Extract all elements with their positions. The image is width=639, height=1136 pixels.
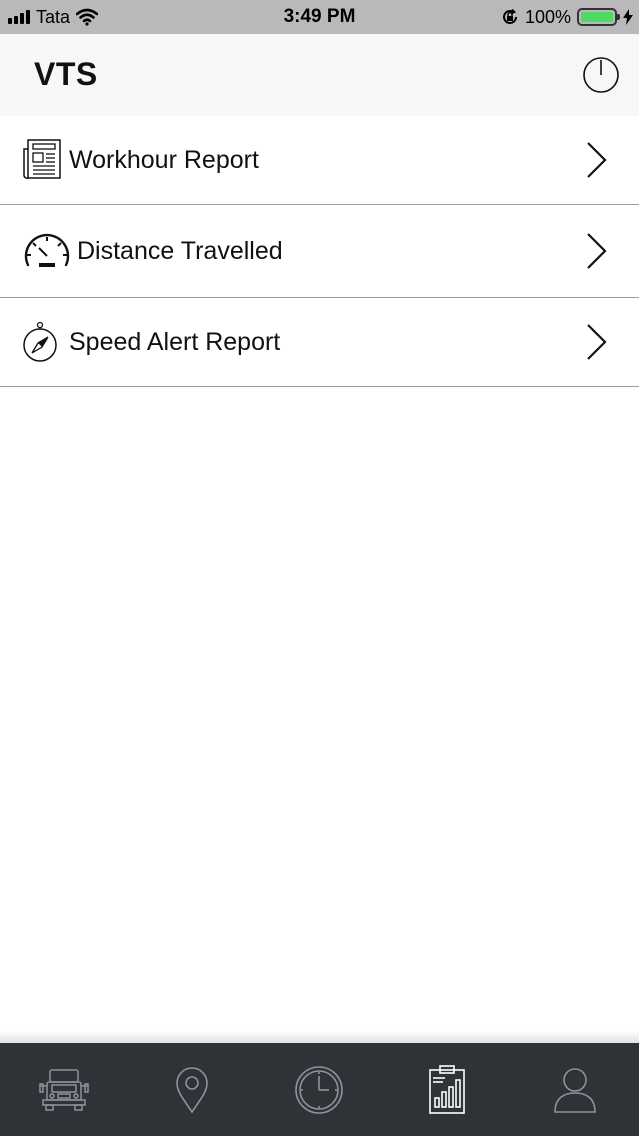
tab-bar-shadow [0, 1030, 639, 1044]
list-item-speed-alert-report[interactable]: Speed Alert Report [0, 298, 639, 387]
user-profile-icon [554, 1067, 596, 1113]
tab-location[interactable] [128, 1043, 256, 1136]
newspaper-report-icon [22, 138, 72, 182]
page-title: VTS [34, 56, 98, 92]
tab-vehicles[interactable] [0, 1043, 128, 1136]
power-icon [583, 57, 619, 93]
battery-percent: 100% [524, 6, 571, 27]
list-item-distance-travelled[interactable]: Distance Travelled [0, 205, 639, 298]
list-item-label: Distance Travelled [77, 236, 283, 265]
orientation-lock-icon [503, 8, 517, 24]
chevron-right-icon [587, 233, 607, 269]
navigation-bar: VTS [0, 34, 639, 116]
location-pin-icon [175, 1066, 208, 1113]
list-item-label: Workhour Report [69, 145, 259, 174]
speedometer-icon [22, 229, 72, 273]
status-bar: Tata 3:49 PM 100% [0, 0, 639, 34]
chevron-right-icon [587, 324, 607, 360]
tab-reports[interactable] [383, 1043, 511, 1136]
status-right: 100% [501, 0, 633, 34]
battery-icon [577, 8, 620, 26]
app-screen: Tata 3:49 PM 100% VTS Workhour Report Di… [0, 0, 639, 1136]
compass-icon [22, 320, 72, 364]
report-list: Workhour Report Distance Travelled Speed… [0, 116, 639, 387]
charging-bolt-icon [623, 9, 633, 25]
list-item-workhour-report[interactable]: Workhour Report [0, 116, 639, 205]
chevron-right-icon [587, 142, 607, 178]
truck-icon [39, 1068, 89, 1111]
list-item-label: Speed Alert Report [69, 327, 281, 356]
reports-clipboard-icon [429, 1064, 466, 1114]
tab-bar [0, 1043, 639, 1136]
tab-profile[interactable] [511, 1043, 639, 1136]
tab-history[interactable] [256, 1043, 384, 1136]
clock-icon [295, 1065, 344, 1114]
power-button[interactable] [582, 56, 620, 94]
